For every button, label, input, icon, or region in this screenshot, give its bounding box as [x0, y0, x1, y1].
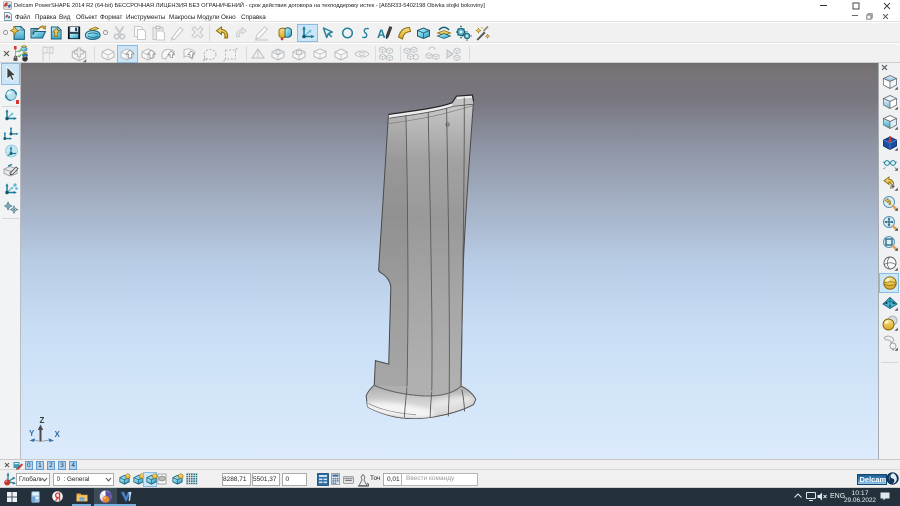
svg-text:Y: Y	[29, 429, 35, 438]
svg-text:Z: Z	[40, 416, 45, 425]
svg-text:X: X	[55, 430, 61, 439]
svg-text:A: A	[377, 27, 386, 41]
